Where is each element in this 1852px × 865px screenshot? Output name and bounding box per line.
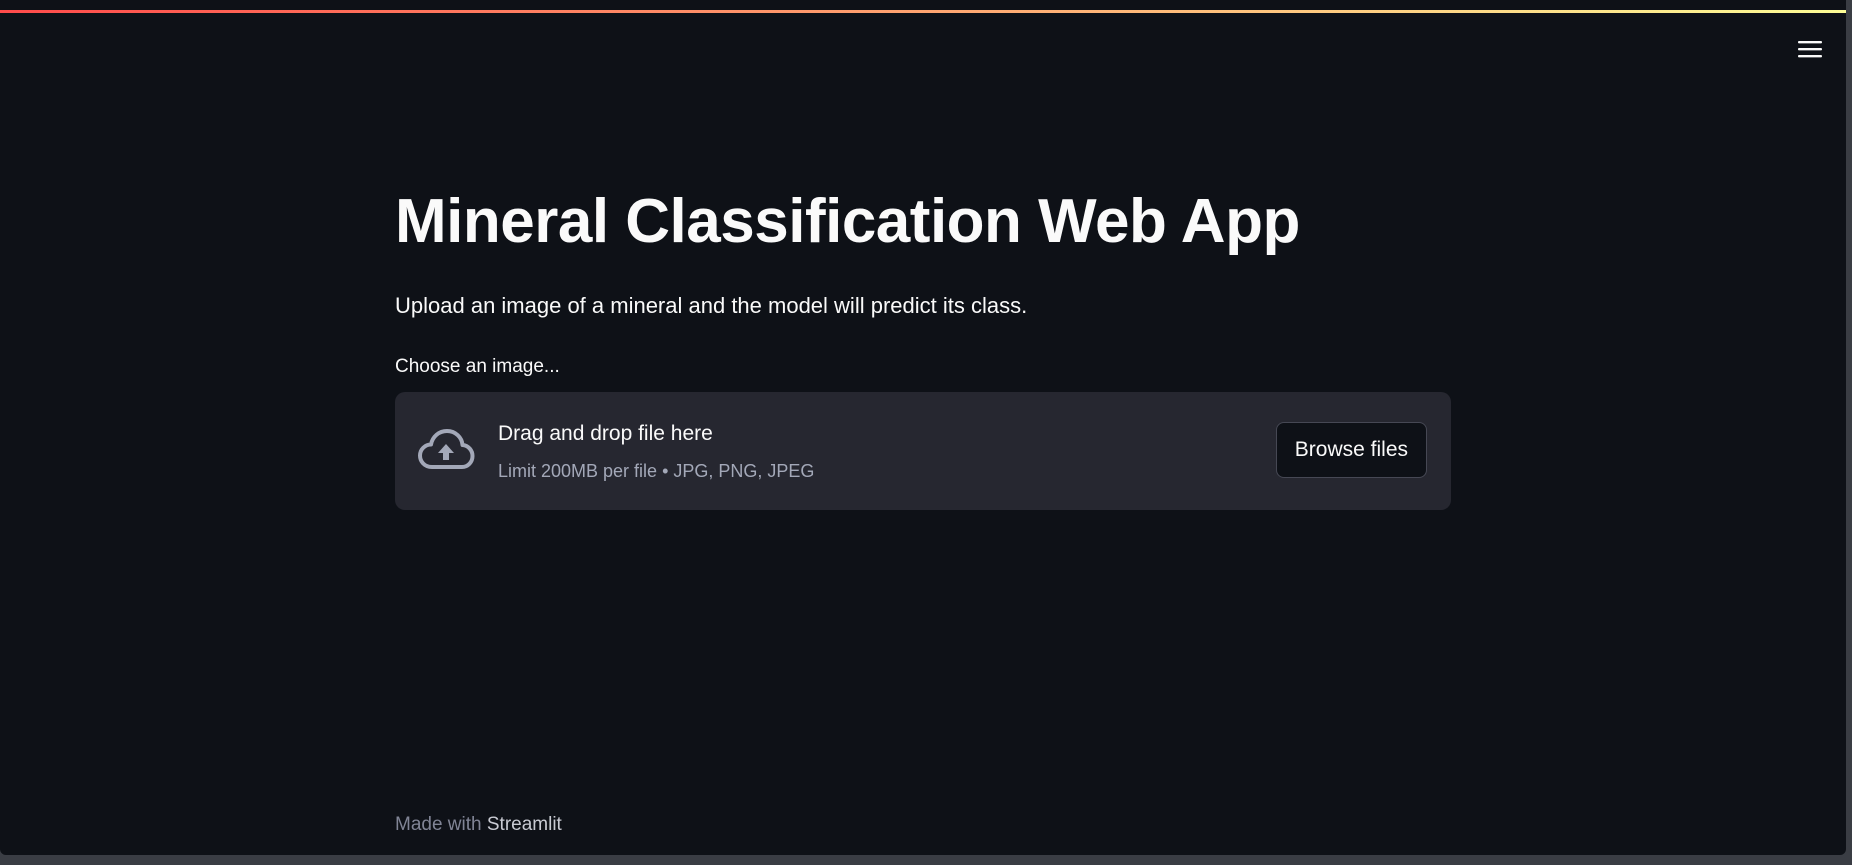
- page-description: Upload an image of a mineral and the mod…: [395, 293, 1028, 318]
- cloud-upload-icon: [418, 429, 475, 469]
- footer-prefix: Made with: [395, 814, 487, 835]
- file-limit-text: Limit 200MB per file • JPG, PNG, JPEG: [498, 461, 815, 481]
- header-decoration-bar: [0, 10, 1846, 13]
- streamlit-link[interactable]: Streamlit: [487, 814, 562, 835]
- main-menu-button[interactable]: [1794, 36, 1826, 62]
- file-uploader-label: Choose an image...: [395, 356, 560, 377]
- file-dropzone[interactable]: Drag and drop file here Limit 200MB per …: [395, 392, 1451, 510]
- page-title: Mineral Classification Web App: [395, 187, 1300, 256]
- dropzone-instructions: Drag and drop file here: [498, 422, 713, 445]
- footer: Made with Streamlit: [395, 812, 562, 838]
- app-window: Mineral Classification Web App Upload an…: [0, 0, 1846, 855]
- hamburger-menu-icon: [1798, 41, 1822, 58]
- browse-files-button[interactable]: Browse files: [1275, 422, 1427, 478]
